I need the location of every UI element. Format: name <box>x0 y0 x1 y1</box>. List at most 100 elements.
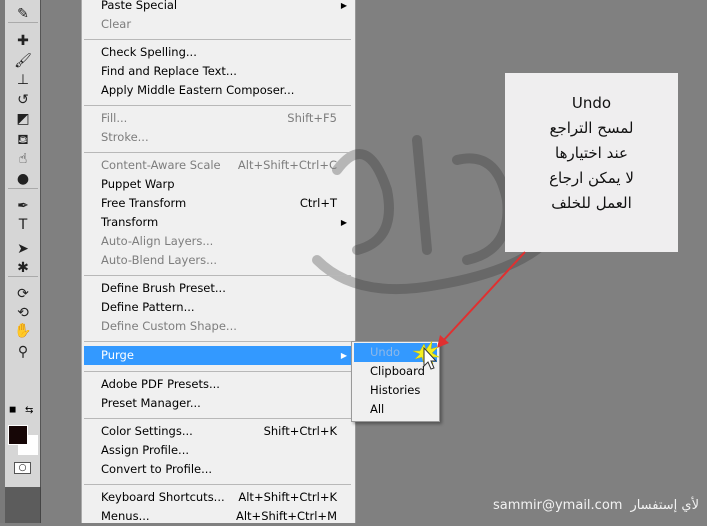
menu-item-clear[interactable]: Clear <box>84 15 351 34</box>
menu-item-label: Assign Profile... <box>101 443 190 457</box>
menu-separator <box>84 371 351 372</box>
menu-item-label: Preset Manager... <box>101 396 201 410</box>
menu-item-label: Convert to Profile... <box>101 462 213 476</box>
eyedropper-icon[interactable]: ✎ <box>11 5 35 23</box>
menu-separator <box>84 484 351 485</box>
menu-item-label: Keyboard Shortcuts... <box>101 490 225 504</box>
menu-item-adobe-pdf-presets[interactable]: Adobe PDF Presets... <box>84 375 351 394</box>
note-line: لمسح التراجع <box>549 119 634 137</box>
3d-orbit-icon[interactable]: ⟲ <box>11 304 35 322</box>
menu-item-content-aware-scale[interactable]: Content-Aware Scale Alt+Shift+Ctrl+C <box>84 156 351 175</box>
menu-item-menus[interactable]: Menus... Alt+Shift+Ctrl+M <box>84 507 351 526</box>
menu-item-label: Apply Middle Eastern Composer... <box>101 83 295 97</box>
menu-item-purge[interactable]: Purge ▶ <box>84 346 351 365</box>
footer-label: لأي إستفسار <box>630 498 699 513</box>
menu-item-color-settings[interactable]: Color Settings... Shift+Ctrl+K <box>84 422 351 441</box>
purge-submenu: Undo Clipboard Histories All <box>351 341 440 422</box>
submenu-arrow-icon: ▶ <box>340 1 347 10</box>
menu-item-define-custom-shape[interactable]: Define Custom Shape... <box>84 317 351 336</box>
paint-bucket-icon[interactable]: ⛾ <box>11 131 35 149</box>
menu-item-convert-to-profile[interactable]: Convert to Profile... <box>84 460 351 479</box>
menu-separator <box>84 105 351 106</box>
menu-item-define-pattern[interactable]: Define Pattern... <box>84 298 351 317</box>
dodge-icon[interactable]: ● <box>11 170 35 188</box>
menu-item-shortcut: Alt+Shift+Ctrl+K <box>238 490 337 504</box>
annotation-box: Undo لمسح التراجع عند اختيارها لا يمكن ا… <box>505 73 678 252</box>
menu-item-shortcut: Ctrl+T <box>299 196 337 210</box>
3d-rotate-icon[interactable]: ⟳ <box>11 285 35 303</box>
tools-panel: ✎ ✚ 🖌 ⊥ ↺ ◩ ⛾ ☝ ● ✒ T ➤ ✱ ⟳ ⟲ ✋ ⚲ ◼ ⇆ ○ <box>5 0 41 487</box>
menu-item-label: Purge <box>101 348 134 362</box>
submenu-arrow-icon: ▶ <box>340 218 347 227</box>
menu-item-label: Fill... <box>101 111 128 125</box>
menu-item-label: Define Custom Shape... <box>101 319 237 333</box>
default-colors-icon[interactable]: ◼ <box>9 405 16 415</box>
menu-item-label: Clear <box>101 17 132 31</box>
menu-item-paste-special[interactable]: Paste Special ▶ <box>84 0 351 15</box>
healing-brush-icon[interactable]: ✚ <box>11 32 35 50</box>
hand-icon[interactable]: ✋ <box>11 322 35 340</box>
menu-item-apply-middle-eastern-composer[interactable]: Apply Middle Eastern Composer... <box>84 81 351 100</box>
menu-item-stroke[interactable]: Stroke... <box>84 128 351 147</box>
menu-item-shortcut: Shift+F5 <box>287 111 337 125</box>
menu-item-auto-blend-layers[interactable]: Auto-Blend Layers... <box>84 251 351 270</box>
pen-icon[interactable]: ✒ <box>11 197 35 215</box>
foreground-color-swatch[interactable] <box>8 425 28 445</box>
menu-item-label: Menus... <box>101 509 150 523</box>
menu-item-label: Content-Aware Scale <box>101 158 221 172</box>
menu-item-shortcut: Alt+Shift+Ctrl+M <box>235 509 337 523</box>
submenu-item-clipboard[interactable]: Clipboard <box>354 362 437 381</box>
quick-mask-button[interactable]: ○ <box>14 462 31 474</box>
swap-colors-icon[interactable]: ⇆ <box>25 405 33 416</box>
note-line: عند اختيارها <box>555 144 628 162</box>
zoom-icon[interactable]: ⚲ <box>11 343 35 361</box>
tool-divider <box>8 276 38 277</box>
menu-item-label: Stroke... <box>101 130 149 144</box>
note-line: لا يمكن ارجاع <box>549 169 634 187</box>
tool-divider <box>8 22 38 23</box>
panel-background <box>5 487 41 523</box>
menu-separator <box>84 275 351 276</box>
menu-item-auto-align-layers[interactable]: Auto-Align Layers... <box>84 232 351 251</box>
edit-menu: Paste Special ▶ Clear Check Spelling... Find… <box>81 0 562 526</box>
menu-item-label: Find and Replace Text... <box>101 64 237 78</box>
menu-item-check-spelling[interactable]: Check Spelling... <box>84 43 351 62</box>
history-brush-icon[interactable]: ↺ <box>11 91 35 109</box>
custom-shape-icon[interactable]: ✱ <box>11 259 35 277</box>
menu-item-label: Free Transform <box>101 196 187 210</box>
eraser-icon[interactable]: ◩ <box>11 110 35 128</box>
menu-separator <box>84 152 351 153</box>
menu-item-label: Paste Special <box>101 0 178 12</box>
brush-icon[interactable]: 🖌 <box>11 52 35 70</box>
submenu-item-all[interactable]: All <box>354 400 437 419</box>
menu-item-puppet-warp[interactable]: Puppet Warp <box>84 175 351 194</box>
type-icon[interactable]: T <box>11 216 35 234</box>
note-title: Undo <box>571 94 612 112</box>
menu-item-free-transform[interactable]: Free Transform Ctrl+T <box>84 194 351 213</box>
tool-divider <box>8 188 38 189</box>
menu-item-find-and-replace-text[interactable]: Find and Replace Text... <box>84 62 351 81</box>
menu-item-shortcut: Shift+Ctrl+K <box>263 424 337 438</box>
menu-item-preset-manager[interactable]: Preset Manager... <box>84 394 351 413</box>
menu-separator <box>84 341 351 342</box>
clone-stamp-icon[interactable]: ⊥ <box>11 71 35 89</box>
footer-email: sammir@ymail.com <box>492 498 623 513</box>
menu-item-label: Adobe PDF Presets... <box>101 377 220 391</box>
footer-contact: sammir@ymail.com لأي إستفسار <box>485 498 699 513</box>
menu-item-label: Auto-Align Layers... <box>101 234 214 248</box>
path-selection-icon[interactable]: ➤ <box>11 240 35 258</box>
note-line: العمل للخلف <box>551 194 632 212</box>
menu-item-fill[interactable]: Fill... Shift+F5 <box>84 109 351 128</box>
menu-item-define-brush-preset[interactable]: Define Brush Preset... <box>84 279 351 298</box>
submenu-item-undo[interactable]: Undo <box>354 343 437 362</box>
menu-item-keyboard-shortcuts[interactable]: Keyboard Shortcuts... Alt+Shift+Ctrl+K <box>84 488 351 507</box>
submenu-item-histories[interactable]: Histories <box>354 381 437 400</box>
blur-icon[interactable]: ☝ <box>11 150 35 168</box>
menu-item-shortcut: Alt+Shift+Ctrl+C <box>237 158 337 172</box>
submenu-arrow-icon: ▶ <box>340 351 347 360</box>
menu-separator <box>84 39 351 40</box>
menu-item-label: Define Pattern... <box>101 300 195 314</box>
menu-item-transform[interactable]: Transform ▶ <box>84 213 351 232</box>
menu-item-assign-profile[interactable]: Assign Profile... <box>84 441 351 460</box>
menu-item-label: Puppet Warp <box>101 177 175 191</box>
